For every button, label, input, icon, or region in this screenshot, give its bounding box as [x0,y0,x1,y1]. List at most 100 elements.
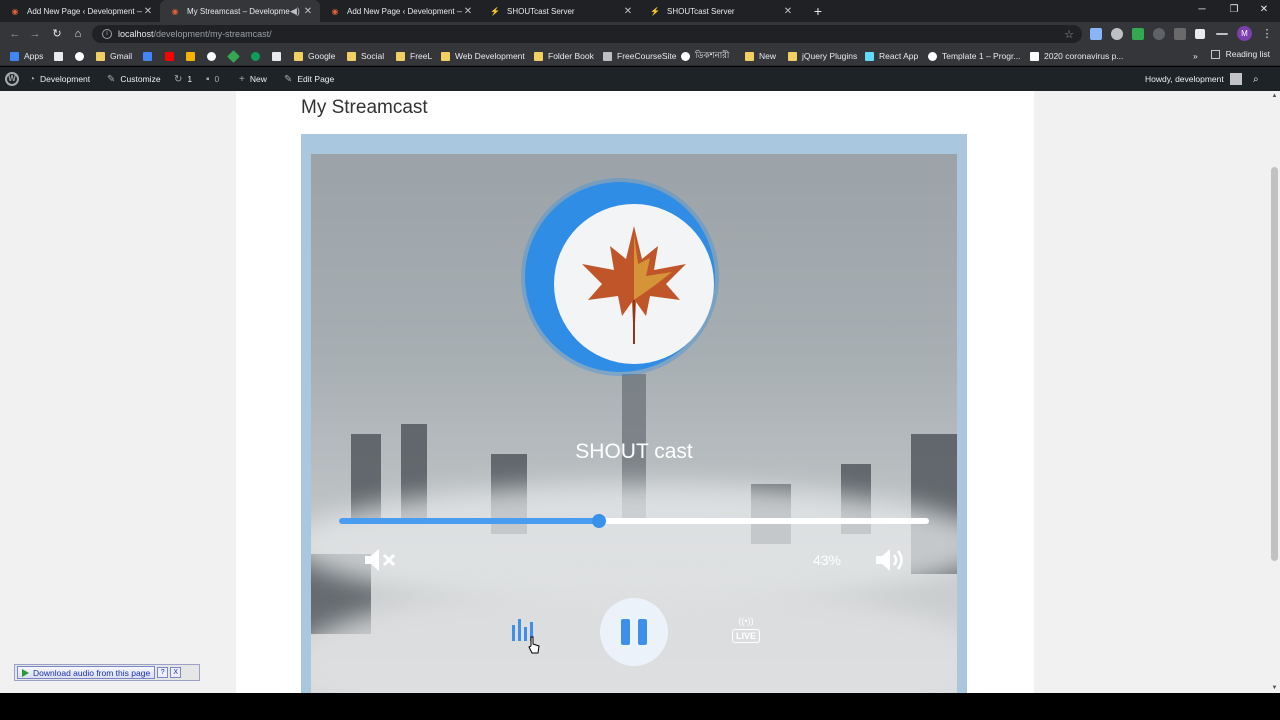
scroll-down-icon[interactable]: ▼ [1271,685,1278,691]
apps-grid-icon [10,51,19,61]
bookmark-coronavirus[interactable]: 2020 coronavirus p... [1030,49,1123,63]
bookmark-github[interactable] [207,49,221,63]
wp-comments[interactable]: ▪ 0 [206,67,219,91]
close-tab-icon[interactable]: ✕ [622,6,634,17]
bookmark-web-development[interactable]: Web Development [441,49,525,63]
extension-icon[interactable] [1174,28,1186,40]
dashboard-icon: ◔ [29,73,36,85]
minimize-button[interactable]: ─ [1186,0,1218,22]
bookmark-label: Web Development [455,51,525,61]
close-tab-icon[interactable]: ✕ [782,6,794,17]
tab-1[interactable]: ◉ Add New Page ‹ Development — ✕ [0,0,160,22]
extension-icon[interactable] [1132,28,1144,40]
mute-icon[interactable] [363,547,397,573]
reload-icon[interactable]: ↻ [48,25,66,43]
wp-customize[interactable]: ✎ Customize [107,67,161,91]
live-broadcast-icon[interactable]: ((•)) LIVE [731,616,761,646]
close-tab-icon[interactable]: ✕ [142,6,154,17]
download-audio-label: Download audio from this page [33,667,151,678]
diamond-icon [227,49,240,63]
bookmark-translate[interactable] [143,49,157,63]
wp-new[interactable]: + New [239,67,267,91]
wp-updates[interactable]: ↻ 1 [174,67,192,91]
bookmark-apps[interactable]: Apps [10,49,43,63]
extensions-icon[interactable] [1195,29,1205,39]
bookmark-leaf[interactable] [251,49,265,63]
tab-5[interactable]: ⚡ SHOUTcast Server ✕ [640,0,800,22]
tab-title: SHOUTcast Server [507,6,575,16]
bookmark-react-app[interactable]: React App [865,49,918,63]
bookmark-label: New [759,51,777,61]
new-label: New [249,74,267,84]
close-window-button[interactable]: ✕ [1248,0,1280,22]
github-icon [207,51,216,61]
bookmark-label: React App [879,51,919,61]
new-tab-button[interactable]: + [810,2,826,20]
forward-arrow-icon[interactable]: → [26,25,44,43]
address-bar[interactable]: i localhost /development/my-streamcast/ … [92,25,1082,43]
progress-handle[interactable] [591,514,606,528]
back-arrow-icon[interactable]: ← [6,25,24,43]
restore-button[interactable]: ❐ [1218,0,1250,22]
progress-fill [339,518,599,524]
bookmark-page[interactable] [272,49,286,63]
bookmark-diamond[interactable] [227,49,243,63]
progress-slider[interactable] [339,514,929,528]
wp-logo-button[interactable]: W [5,67,19,91]
extension-icon[interactable] [1153,28,1165,40]
download-audio-button[interactable]: Download audio from this page [17,666,156,679]
help-button[interactable]: ? [157,667,169,678]
streamcast-player: SHOUT cast 43% ((•)) LIVE [311,154,957,693]
close-tab-icon[interactable]: ✕ [462,6,474,17]
folder-icon [96,51,105,61]
page-scrollbar[interactable]: ▲ ▼ [1269,91,1280,693]
bookmark-label: 2020 coronavirus p... [1044,51,1124,61]
bookmark-freel[interactable]: FreeL [396,49,432,63]
wp-search[interactable]: ⌕ [1253,67,1264,91]
close-tab-icon[interactable]: ✕ [302,6,314,17]
wp-site-name[interactable]: ◔ Development [29,67,90,91]
more-bookmarks-button[interactable]: » [1193,49,1198,63]
tab-2[interactable]: ◉ My Streamcast – Developme ◀) ✕ [160,0,320,22]
home-icon[interactable]: ⌂ [69,25,87,43]
hand-cursor-icon [528,636,540,654]
bottom-black-bar [0,693,1280,720]
bookmark-folder-book[interactable]: Folder Book [534,49,594,63]
tab-audio-icon[interactable]: ◀) [290,6,302,17]
star-icon[interactable]: ☆ [1064,28,1074,41]
profile-avatar[interactable]: M [1237,26,1252,41]
tab-3[interactable]: ◉ Add New Page ‹ Development — ✕ [320,0,480,22]
reading-list-button[interactable]: Reading list [1210,49,1270,59]
bookmark-google[interactable] [75,49,89,63]
scrollbar-thumb[interactable] [1271,167,1278,561]
pause-button[interactable] [600,598,668,666]
bookmark-gmail[interactable]: Gmail [96,49,132,63]
tab-title: My Streamcast – Developme [187,6,290,16]
bookmark-youtube[interactable] [165,49,179,63]
bookmark-google-folder[interactable]: Google [294,49,335,63]
bookmark-jquery-plugins[interactable]: jQuery Plugins [788,49,857,63]
bookmark-template[interactable]: Template 1 – Progr... [928,49,1020,63]
bookmark-new[interactable]: New [745,49,776,63]
bookmark-youtube[interactable] [54,49,68,63]
bookmarks-bar: Apps Gmail Google Social FreeL Web Devel… [0,46,1280,66]
bookmark-dictionary[interactable]: ডিকশনারী [681,49,729,63]
wp-edit-page[interactable]: ✎ Edit Page [284,67,334,91]
comment-icon: ▪ [206,73,210,85]
close-download-bar-button[interactable]: X [170,667,182,678]
media-control-icon[interactable] [1216,33,1228,35]
globe-icon [681,51,690,61]
menu-icon[interactable]: ⋮ [1258,25,1276,43]
extension-icon[interactable] [1090,28,1102,40]
scroll-up-icon[interactable]: ▲ [1271,93,1278,99]
tab-4[interactable]: ⚡ SHOUTcast Server ✕ [480,0,640,22]
camera-extension-icon[interactable] [1111,28,1123,40]
bookmark-hand[interactable] [186,49,200,63]
info-icon[interactable]: i [102,29,112,39]
bookmark-freecoursesite[interactable]: FreeCourseSite [603,49,677,63]
bookmark-social[interactable]: Social [347,49,384,63]
site-icon [603,51,612,61]
wp-account[interactable]: Howdy, development [1145,67,1242,91]
reading-list-label: Reading list [1225,49,1270,59]
volume-icon[interactable] [874,547,906,573]
